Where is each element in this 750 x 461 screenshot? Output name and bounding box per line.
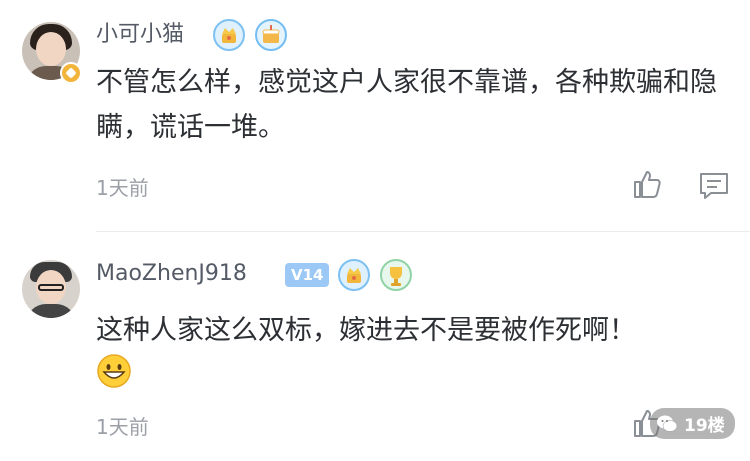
username[interactable]: 小可小猫	[96, 20, 184, 50]
cake-medal-icon[interactable]	[254, 18, 288, 52]
reply-icon[interactable]	[697, 169, 731, 203]
timestamp: 1天前	[96, 415, 149, 439]
medal-badges: V14	[285, 258, 413, 292]
vip-level-badge: V14	[285, 263, 330, 287]
comment-item: MaoZhenJ918 V14 这种人家这么双标，嫁进去不是要被作死啊！ 1天前…	[0, 233, 750, 461]
like-icon[interactable]	[630, 167, 664, 201]
verified-badge-icon	[60, 62, 82, 84]
wechat-icon	[657, 415, 678, 432]
grinning-face-emoji	[96, 353, 132, 389]
crown-medal-icon[interactable]	[337, 258, 371, 292]
comment-item: 小可小猫 不管怎么样，感觉这户人家很不靠谱，各种欺骗和隐瞒，谎话一堆。 1天前	[0, 0, 750, 232]
watermark-text: 19楼	[684, 416, 725, 436]
username[interactable]: MaoZhenJ918	[96, 259, 247, 289]
crown-medal-icon[interactable]	[212, 18, 246, 52]
avatar[interactable]	[22, 260, 80, 318]
divider	[96, 231, 750, 232]
timestamp: 1天前	[96, 176, 149, 200]
medal-badges	[212, 18, 288, 52]
watermark: 19楼	[650, 408, 735, 439]
comment-text: 不管怎么样，感觉这户人家很不靠谱，各种欺骗和隐瞒，谎话一堆。	[96, 67, 717, 143]
trophy-medal-icon[interactable]	[379, 258, 413, 292]
comment-text: 这种人家这么双标，嫁进去不是要被作死啊！	[96, 315, 636, 346]
